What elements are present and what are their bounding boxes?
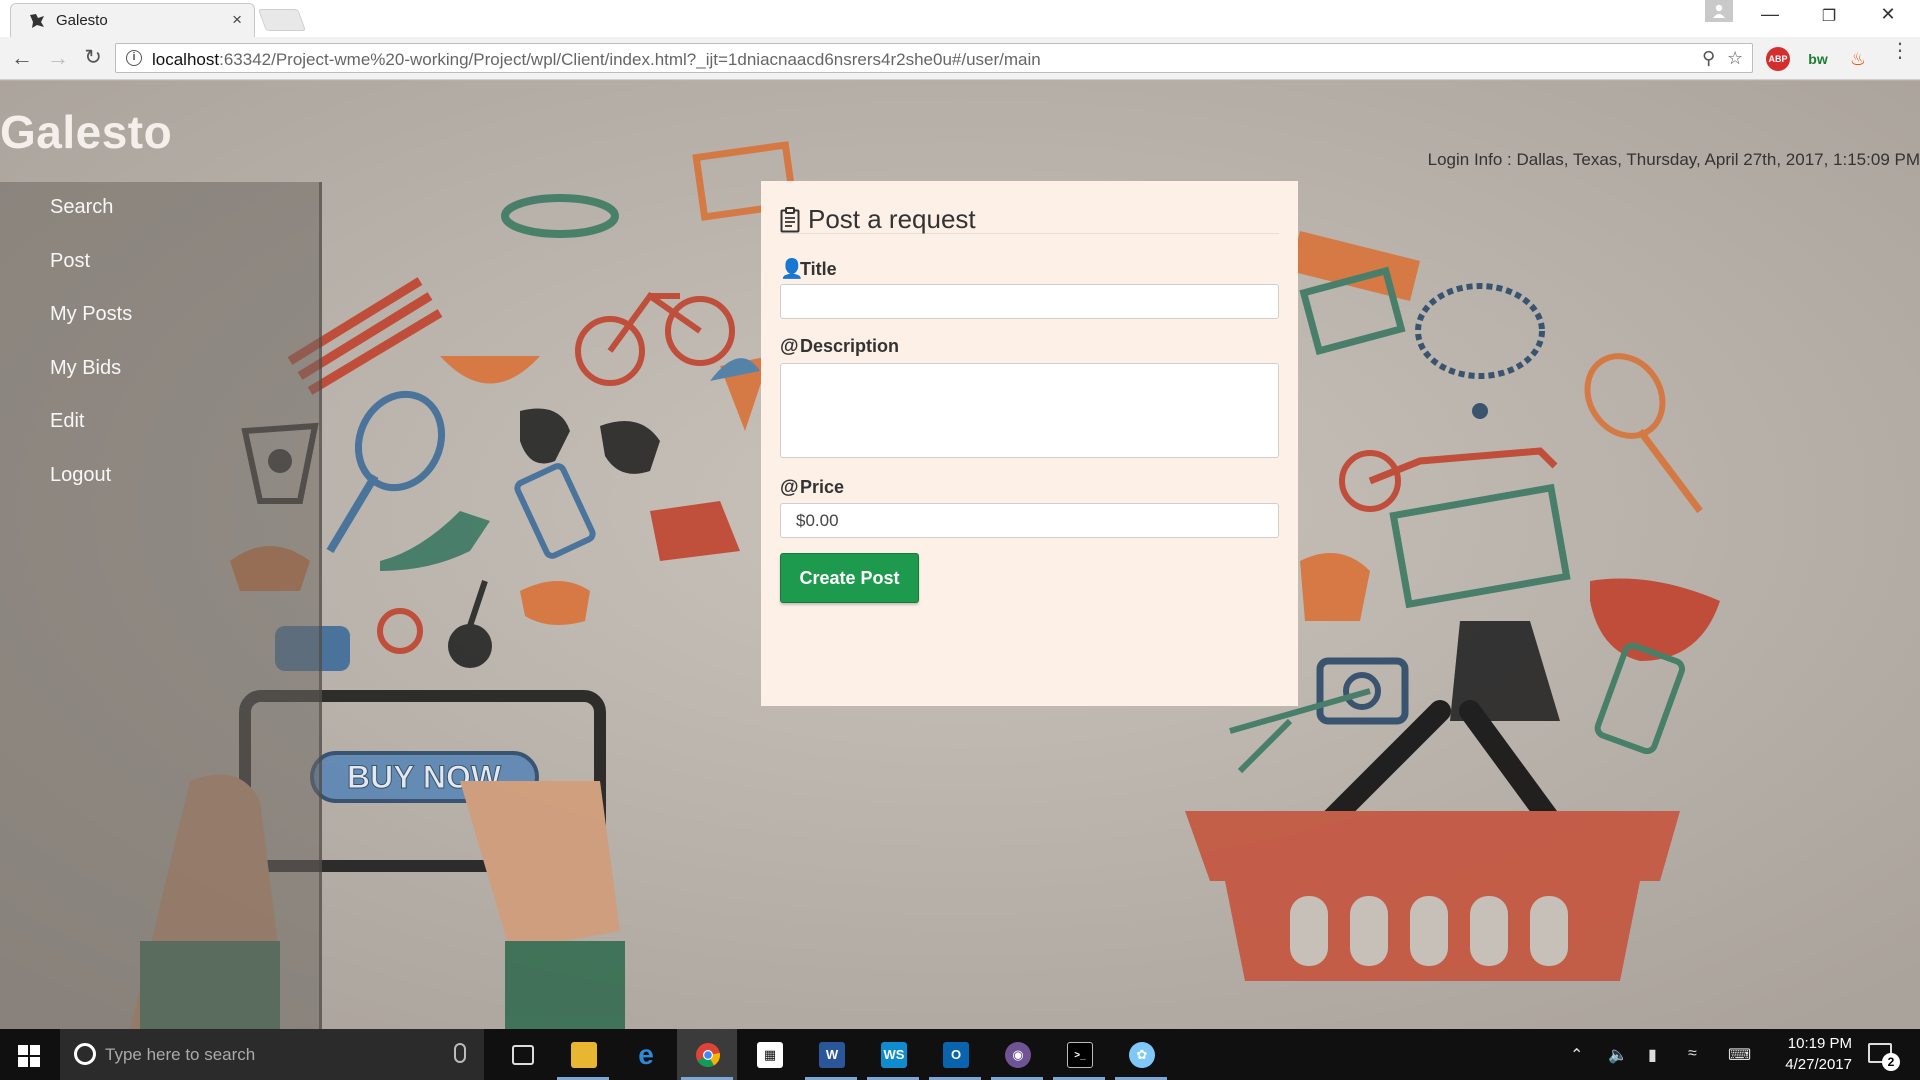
bookmark-star-icon[interactable]: ☆: [1727, 48, 1743, 69]
brand-logo[interactable]: Galesto: [0, 105, 172, 159]
taskbar-github[interactable]: ◉: [987, 1029, 1047, 1080]
clock-time[interactable]: 10:19 PM: [1770, 1035, 1852, 1052]
taskbar-terminal[interactable]: >_: [1049, 1029, 1109, 1080]
sidebar-nav: Search Post My Posts My Bids Edit Logout: [0, 182, 322, 1029]
title-input[interactable]: [780, 284, 1279, 319]
taskbar-store[interactable]: ▦: [739, 1029, 799, 1080]
minimize-window-icon[interactable]: —: [1755, 4, 1785, 25]
taskbar-word[interactable]: W: [801, 1029, 861, 1080]
forward-arrow-icon[interactable]: →: [44, 45, 72, 73]
keyboard-icon[interactable]: ⌨: [1728, 1045, 1751, 1065]
sidebar-item-my-bids[interactable]: My Bids: [50, 357, 121, 380]
description-textarea[interactable]: [780, 363, 1279, 458]
word-icon: W: [819, 1042, 845, 1068]
clipboard-icon: [780, 207, 800, 233]
info-icon[interactable]: i: [126, 50, 142, 66]
tab-title: Galesto: [56, 12, 108, 29]
url-text[interactable]: localhost:63342/Project-wme%20-working/P…: [152, 50, 1041, 70]
notifications-icon[interactable]: 2: [1868, 1043, 1900, 1071]
windows-taskbar: Type here to search e ▦ W WS O ◉ >_ ✿ ⌃ …: [0, 1029, 1920, 1080]
price-label: @Price: [780, 477, 845, 498]
webstorm-icon: WS: [881, 1042, 907, 1068]
outlook-icon: O: [943, 1042, 969, 1068]
taskbar-file-explorer[interactable]: [553, 1029, 613, 1080]
task-view-button[interactable]: [492, 1029, 552, 1080]
browser-menu-icon[interactable]: ⋮: [1890, 41, 1910, 61]
taskbar-search-placeholder: Type here to search: [105, 1045, 256, 1064]
taskbar-paint[interactable]: ✿: [1111, 1029, 1171, 1080]
chrome-icon: [696, 1043, 721, 1068]
at-sign-icon: @: [780, 336, 799, 357]
key-icon[interactable]: ⚲: [1702, 48, 1715, 69]
microphone-icon[interactable]: [454, 1043, 466, 1063]
back-arrow-icon[interactable]: ←: [8, 45, 36, 73]
wifi-icon[interactable]: ≈: [1688, 1045, 1697, 1063]
address-bar[interactable]: i localhost:63342/Project-wme%20-working…: [115, 43, 1753, 73]
taskbar-outlook[interactable]: O: [925, 1029, 985, 1080]
taskbar-edge[interactable]: e: [615, 1029, 675, 1080]
bw-extension-icon[interactable]: bw: [1806, 47, 1830, 71]
store-icon: ▦: [757, 1042, 783, 1068]
reload-icon[interactable]: ↻: [79, 45, 107, 73]
title-label: 👤Title: [780, 259, 837, 280]
profile-button[interactable]: [1705, 0, 1733, 22]
edge-icon: e: [638, 1039, 654, 1070]
create-post-button[interactable]: Create Post: [780, 553, 919, 603]
at-sign-icon: @: [780, 477, 799, 498]
taskbar-search-box[interactable]: Type here to search: [60, 1029, 484, 1080]
tab-close-icon[interactable]: ×: [232, 10, 242, 30]
terminal-icon: >_: [1067, 1042, 1093, 1068]
page-viewport: BUY NOW Galesto Login Info: Dallas, Tex…: [0, 81, 1920, 1029]
tray-chevron-up-icon[interactable]: ⌃: [1570, 1045, 1583, 1065]
volume-icon[interactable]: 🔈: [1608, 1045, 1628, 1065]
form-header: Post a request: [780, 204, 1279, 234]
browser-toolbar: ← → ↻ i localhost:63342/Project-wme%20-w…: [0, 37, 1920, 80]
form-title: Post a request: [808, 204, 976, 234]
clock-date[interactable]: 4/27/2017: [1770, 1056, 1852, 1073]
battery-icon[interactable]: ▮: [1648, 1045, 1657, 1065]
taskbar-chrome[interactable]: [677, 1029, 737, 1080]
notification-count-badge: 2: [1882, 1053, 1900, 1071]
browser-tab[interactable]: Galesto ×: [10, 3, 255, 37]
adblock-extension-icon[interactable]: ABP: [1766, 47, 1790, 71]
price-input[interactable]: [780, 503, 1279, 538]
new-tab-button[interactable]: [257, 9, 307, 31]
post-request-form: Post a request 👤Title @Description @Pric…: [761, 181, 1298, 706]
login-info: Login Info : Dallas, Texas, Thursday, Ap…: [1427, 150, 1920, 169]
cortana-icon[interactable]: [74, 1043, 96, 1065]
sidebar-item-edit[interactable]: Edit: [50, 410, 84, 433]
galesto-favicon-icon: [30, 14, 44, 28]
sidebar-item-logout[interactable]: Logout: [50, 464, 111, 487]
user-icon: 👤: [780, 259, 804, 280]
taskbar-webstorm[interactable]: WS: [863, 1029, 923, 1080]
browser-tabstrip: Galesto × — ❐ ✕: [0, 0, 1920, 37]
flame-extension-icon[interactable]: ♨: [1846, 47, 1870, 71]
windows-start-icon[interactable]: [18, 1045, 40, 1067]
restore-window-icon[interactable]: ❐: [1814, 6, 1844, 26]
paint-icon: ✿: [1129, 1042, 1155, 1068]
task-view-icon: [512, 1045, 534, 1065]
folder-icon: [571, 1042, 597, 1068]
description-label: @Description: [780, 336, 900, 357]
profile-icon: [1713, 4, 1725, 18]
close-window-icon[interactable]: ✕: [1873, 4, 1903, 25]
sidebar-item-post[interactable]: Post: [50, 250, 90, 273]
sidebar-item-search[interactable]: Search: [50, 196, 113, 219]
github-icon: ◉: [1005, 1042, 1031, 1068]
sidebar-item-my-posts[interactable]: My Posts: [50, 303, 132, 326]
